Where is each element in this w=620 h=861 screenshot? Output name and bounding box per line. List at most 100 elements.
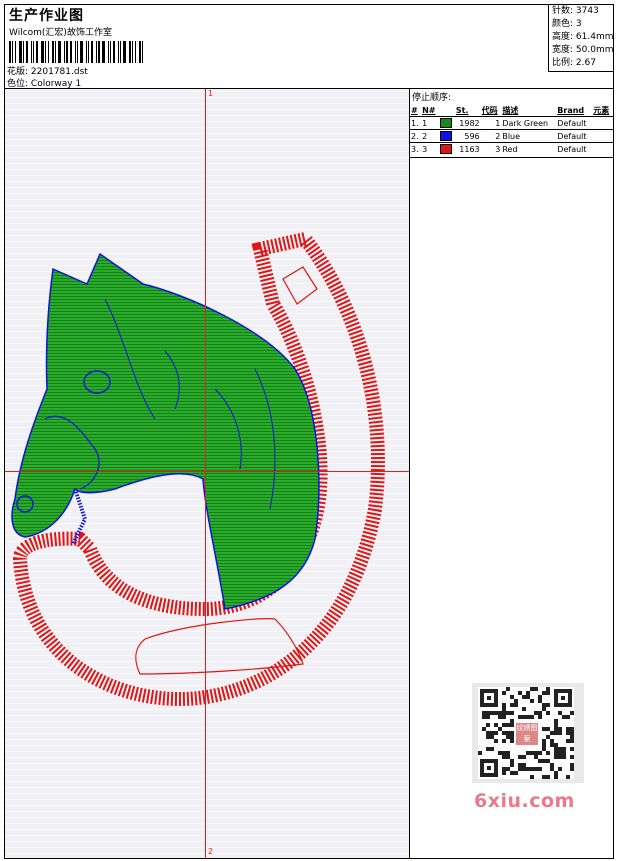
qr-module [570,711,574,715]
col-n: N# [422,105,436,115]
barcode-bar [15,41,16,63]
qr-module [554,775,558,779]
qr-module [502,691,506,695]
qr-module [494,739,498,743]
qr-module [530,699,534,703]
qr-stamp: 纹绣图案 [516,723,538,745]
barcode-bar [113,41,115,63]
qr-code: 纹绣图案 [472,683,584,783]
barcode-bar [80,41,83,63]
barcode-bar [33,41,34,63]
qr-module [510,763,514,767]
page-title: 生产作业图 [9,8,84,24]
table-row[interactable]: 3. 3 1163 3 Red Default [410,142,613,156]
table-header: # N# St. 代码 描述 Brand 元素 [410,104,613,117]
qr-module [522,707,526,711]
barcode-bar [31,41,32,63]
qr-module [490,747,494,751]
center-axis-horizontal [5,471,409,472]
barcode-bar [26,41,28,63]
qr-module [546,711,550,715]
qr-module [510,739,514,743]
barcode-bar [139,41,141,63]
axis-bottom-label: 2 [208,847,214,856]
barcode-bar [36,41,38,63]
qr-module [510,723,514,727]
barcode-bar [75,41,76,63]
col-element: 元素 [593,105,610,115]
barcode-bar [12,41,13,63]
barcode-bar [9,41,11,63]
barcode-bar [110,41,111,63]
panel-divider [410,157,613,158]
qr-finder [554,689,572,707]
stat-height: 高度: 61.4mm [552,32,614,42]
studio-name: Wilcom(汇宏)故饰工作室 [9,28,112,38]
barcode-bar [102,41,105,63]
qr-module [478,751,482,755]
qr-finder [480,689,498,707]
stop-sequence-title: 停止顺序: [412,93,452,103]
qr-module [538,715,542,719]
axis-top-label: 1 [208,89,214,98]
barcode-bar [48,41,49,63]
col-code: 代码 [481,105,498,115]
barcode-bar [88,41,89,63]
qr-module [502,771,506,775]
qr-module [514,771,518,775]
qr-module [558,767,562,771]
stop-sequence-table: # N# St. 代码 描述 Brand 元素 1. 1 1982 1 Dark… [410,104,613,155]
design-canvas[interactable]: 1 2 [5,89,410,858]
qr-module [570,739,574,743]
qr-module [546,703,550,707]
barcode-bar [132,41,133,63]
barcode-bar [86,41,87,63]
qr-module [570,767,574,771]
design-stats: 针数: 3743 颜色: 3 高度: 61.4mm 宽度: 50.0mm 比例:… [548,5,614,72]
barcode-bar [123,41,126,63]
qr-finder [480,759,498,777]
barcode-bar [120,41,121,63]
qr-module [562,755,566,759]
qr-module [502,739,506,743]
col-brand: Brand [557,105,585,115]
table-row[interactable]: 2. 2 596 2 Blue Default [410,129,613,143]
table-row[interactable]: 1. 1 1982 1 Dark Green Default [410,116,613,130]
header: 生产作业图 Wilcom(汇宏)故饰工作室 花版: 2201781.dst 色位… [5,5,614,89]
colorway-label: 色位: [7,79,29,89]
qr-module [522,755,526,759]
col-stitches: St. [455,105,469,115]
barcode-bar [118,41,119,63]
embroidery-preview [5,89,409,858]
qr-module [502,715,506,719]
barcode-bar [108,41,109,63]
qr-module [534,687,538,691]
qr-module [486,723,490,727]
qr-module [494,731,498,735]
barcode-bar [129,41,131,63]
qr-module [546,751,550,755]
barcode [9,41,145,63]
barcode-bar [55,41,56,63]
stat-colors: 颜色: 3 [552,19,582,29]
stat-stitches: 针数: 3743 [552,6,599,16]
color-swatch [439,144,452,154]
qr-module [558,731,562,735]
barcode-bar [91,41,93,63]
qr-module [514,703,518,707]
color-swatch [439,118,452,128]
barcode-bar [135,41,136,63]
site-watermark: 6xiu.com [474,790,575,812]
qr-module [506,687,510,691]
barcode-bar [41,41,44,63]
qr-module [510,711,514,715]
barcode-bar [23,41,24,63]
col-description: 描述 [502,105,519,115]
qr-module [530,715,534,719]
barcode-bar [58,41,61,63]
color-swatch [439,131,452,141]
qr-module [538,767,542,771]
barcode-bar [52,41,54,63]
colorway-value: Colorway 1 [30,79,82,89]
stat-width: 宽度: 50.0mm [552,45,614,55]
